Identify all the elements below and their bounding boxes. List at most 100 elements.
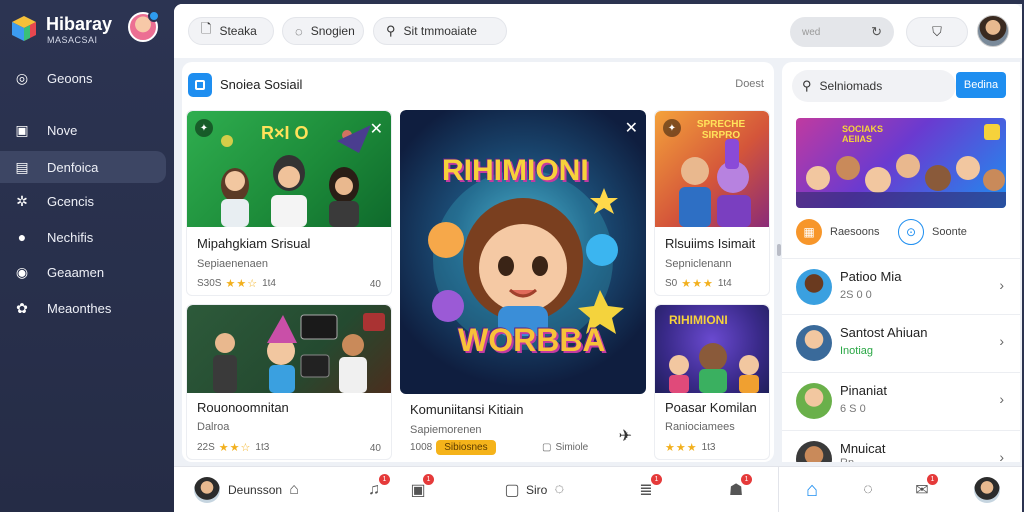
star-rating-icon: ★★★ (665, 442, 698, 454)
account-avatar (974, 477, 1000, 503)
chevron-right-icon[interactable]: › (999, 333, 1004, 349)
tile-thumbnail: R×I O ✦ ✕ (187, 111, 391, 227)
feature-title-bottom: WORBBA (458, 322, 606, 358)
hero-banner[interactable]: SOCIAKS AEIIAS (796, 118, 1006, 208)
middle-button[interactable]: ▢ Siro ◌ (500, 477, 571, 503)
tile-card[interactable]: RIHIMIONI Poasar Komilan Raniociamees ★★… (654, 304, 770, 460)
brand[interactable]: Hibaray MASACSAI (10, 10, 160, 50)
chat-icon: ◌ (554, 481, 565, 498)
tile-thumbnail: SPRECHE SIRPRO ✦ (655, 111, 769, 227)
shield-icon: ⛉ (932, 24, 942, 39)
close-icon[interactable]: ✕ (370, 119, 383, 139)
tile-card[interactable]: Rouonoomnitan Dalroa 22S ★★☆ 1t3 40 (186, 304, 392, 460)
globe-icon: ◎ (15, 69, 29, 86)
bell-icon: ♫ 1 (362, 474, 390, 502)
shield-button[interactable]: ⛉ (906, 17, 968, 47)
chip-raesoons[interactable]: ▦ Raesoons (796, 218, 880, 246)
tile-thumbnail: RIHIMIONI (655, 305, 769, 393)
notifications-button[interactable]: ♫ 1 (362, 474, 390, 503)
chip-label: Raesoons (830, 226, 880, 238)
home-button[interactable]: ⌂ (282, 477, 306, 503)
primary-button[interactable]: Bedina (956, 72, 1006, 98)
friend-name: Mnuicat (840, 441, 886, 456)
user-avatar[interactable] (128, 10, 160, 42)
account-button[interactable] (974, 477, 1000, 503)
profile-avatar[interactable] (977, 15, 1009, 47)
tile-thumbnail (187, 305, 391, 393)
badge-icon (984, 124, 1000, 140)
refresh-icon[interactable]: ↻ (871, 24, 882, 40)
tab-snogien[interactable]: ◌ Snogien (282, 17, 364, 45)
tile-title: Poasar Komilan (665, 400, 757, 415)
more-link[interactable]: Doest (735, 78, 764, 90)
app-logo-icon (188, 73, 212, 97)
scroll-handle[interactable] (777, 244, 781, 256)
brand-subtitle: MASACSAI (47, 35, 98, 45)
profile-button[interactable]: Deunsson (194, 477, 282, 503)
tile-card[interactable]: SPRECHE SIRPRO ✦ Rlsuiims Isimait Sepnic… (654, 110, 770, 296)
sidebar-item-geaamen[interactable]: ◉ Geaamen (0, 256, 166, 288)
sidebar-item-gcencis[interactable]: ✲ Gcencis (0, 185, 166, 217)
friend-avatar (796, 441, 832, 462)
friend-row[interactable]: Mnuicat Rn › (782, 430, 1020, 462)
top-bar: 🗋 Steaka ◌ Snogien ⚲ Sit tmmoaiate wed ↻… (174, 4, 1022, 58)
search-label: Selniomads (819, 79, 883, 93)
profile-avatar (194, 477, 220, 503)
friend-status: 2S 0 0 (840, 289, 872, 301)
sidebar-item-geoons[interactable]: ◎ Geoons (0, 62, 166, 94)
inbox-button[interactable]: ✉ 1 (910, 474, 938, 503)
checkbox-icon[interactable]: ▢ (542, 442, 551, 453)
square-icon: ▢ (504, 482, 520, 499)
friend-status: Inotiag (840, 345, 874, 357)
tile-card[interactable]: R×I O ✦ ✕ Mipahgkiam Srisual Sepiaenenae… (186, 110, 392, 296)
list-button[interactable]: ≣ 1 (634, 474, 662, 503)
sidebar-item-denfoica[interactable]: ▤ Denfoica (0, 151, 166, 183)
messages-button[interactable]: ◌ (856, 477, 880, 503)
search-icon: ⚲ (386, 23, 396, 38)
share-plane-icon[interactable]: ✈ (619, 426, 632, 446)
gift-button[interactable]: ▣ 1 (406, 474, 434, 503)
thumb-caption: RIHIMIONI (669, 313, 728, 327)
search-input[interactable]: wed ↻ (790, 17, 894, 47)
tile-title: Rouonoomnitan (197, 400, 289, 415)
notification-badge: 1 (651, 474, 662, 485)
chip-label: Soonte (932, 226, 967, 238)
user-button[interactable]: ☗ 1 (724, 474, 752, 503)
home-tab-button[interactable]: ⌂ (800, 477, 824, 503)
chevron-right-icon[interactable]: › (999, 449, 1004, 462)
tab-search[interactable]: ⚲ Sit tmmoaiate (373, 17, 507, 45)
tile-subtitle: Raniociamees (665, 421, 735, 433)
chip-soonte[interactable]: ⊙ Soonte (898, 218, 967, 246)
tile-title: Komuniitansi Kitiain (410, 402, 524, 417)
chevron-right-icon[interactable]: › (999, 277, 1004, 293)
tile-tag[interactable]: Sibiosnes (436, 440, 496, 455)
sidebar-item-nechifis[interactable]: ● Nechifis (0, 221, 166, 253)
content-card: Snoiea Sosiail Doest R×I O ✦ ✕ Mipahgkia… (182, 62, 774, 462)
sidebar-item-nove[interactable]: ▣ Nove (0, 114, 166, 146)
sidebar-item-label: Meaonthes (47, 300, 112, 316)
bookmark-icon: ▣ (15, 121, 29, 138)
chevron-right-icon[interactable]: › (999, 391, 1004, 407)
friend-row[interactable]: Santost Ahiuan Inotiag › (782, 314, 1020, 370)
content-header: Snoiea Sosiail Doest (182, 62, 774, 106)
friend-row[interactable]: Pinaniat 6 S 0 › (782, 372, 1020, 428)
tile-count: 40 (369, 443, 381, 454)
sidebar-item-label: Denfoica (47, 159, 99, 175)
friends-search-input[interactable]: ⚲ Selniomads (792, 70, 956, 102)
featured-tile[interactable]: RIHIMIONI WORBBA ✕ Komuniitansi Kitiain … (400, 110, 646, 460)
friend-status: 6 S 0 (840, 403, 866, 415)
tab-label: Steaka (219, 24, 257, 38)
friend-avatar (796, 383, 832, 419)
sidebar-item-meaonthes[interactable]: ✿ Meaonthes (0, 292, 166, 324)
tile-meta-value: S0 (665, 278, 678, 289)
inbox-icon: ✉ 1 (910, 474, 938, 502)
friend-row[interactable]: Patioo Mia 2S 0 0 › (782, 258, 1020, 314)
comment-icon: ◌ (295, 23, 303, 39)
tab-steaka[interactable]: 🗋 Steaka (188, 17, 274, 45)
close-icon[interactable]: ✕ (625, 118, 638, 138)
friend-avatar (796, 269, 832, 305)
group-kids-illustration (796, 154, 1006, 208)
tile-meta-extra: 1t4 (717, 278, 732, 289)
sidebar-item-label: Gcencis (47, 193, 94, 209)
search-placeholder: wed (802, 26, 821, 38)
